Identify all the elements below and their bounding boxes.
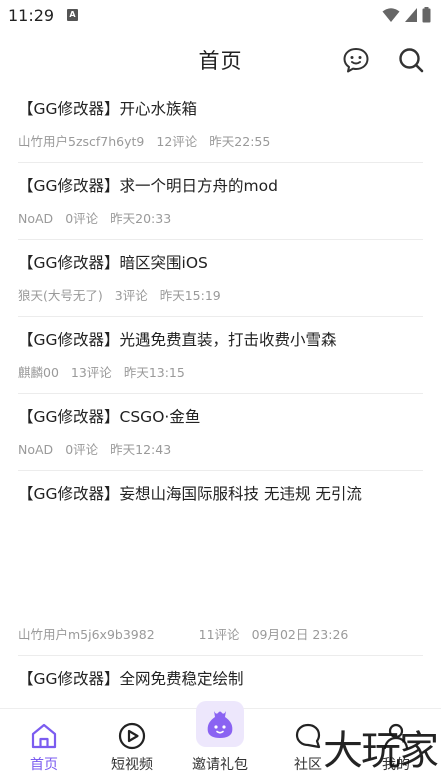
post-meta: 山竹用户5zscf7h6yt9 12评论 昨天22:55 xyxy=(18,134,423,162)
tab-invite-gift[interactable]: 邀请礼包 xyxy=(176,701,264,784)
top-bar: 首页 xyxy=(0,36,441,84)
post-comments: 3评论 xyxy=(114,288,148,303)
tab-label: 短视频 xyxy=(111,757,153,773)
tab-short-video[interactable]: 短视频 xyxy=(88,709,176,784)
post-title: 【GG修改器】CSGO·金鱼 xyxy=(18,408,201,426)
play-icon xyxy=(118,722,146,750)
post-comments: 12评论 xyxy=(156,134,198,149)
search-icon xyxy=(399,48,424,73)
post-time: 昨天22:55 xyxy=(209,134,271,149)
signal-icon xyxy=(405,8,417,22)
tab-label: 首页 xyxy=(30,757,58,773)
post-time: 09月02日 23:26 xyxy=(251,627,349,642)
battery-icon xyxy=(422,7,431,23)
post-title: 【GG修改器】妄想山海国际服科技 无违规 无引流 xyxy=(18,485,362,503)
gift-bag-icon xyxy=(207,711,233,738)
post-item[interactable]: 【GG修改器】求一个明日方舟的mod NoAD 0评论 昨天20:33 xyxy=(18,163,423,240)
post-comments: 13评论 xyxy=(70,365,112,380)
post-time: 昨天15:19 xyxy=(159,288,221,303)
tab-home[interactable]: 首页 xyxy=(0,709,88,784)
post-author: NoAD xyxy=(18,211,54,226)
post-author: NoAD xyxy=(18,442,54,457)
post-item[interactable]: 【GG修改器】暗区突围iOS 狼天(大号无了) 3评论 昨天15:19 xyxy=(18,240,423,317)
post-title: 【GG修改器】光遇免费直装，打击收费小雪森 xyxy=(18,331,337,349)
post-comments: 0评论 xyxy=(65,442,99,457)
message-button[interactable] xyxy=(340,44,372,76)
post-title: 【GG修改器】求一个明日方舟的mod xyxy=(18,177,278,195)
page-title: 首页 xyxy=(198,49,243,73)
notification-icon: A xyxy=(67,9,78,21)
post-time: 昨天20:33 xyxy=(110,211,172,226)
tab-label: 邀请礼包 xyxy=(192,757,248,773)
post-item[interactable]: 【GG修改器】CSGO·金鱼 NoAD 0评论 昨天12:43 xyxy=(18,394,423,471)
post-title: 【GG修改器】暗区突围iOS xyxy=(18,254,208,272)
status-time: 11:29 xyxy=(8,6,55,25)
watermark-logo: 大玩家 xyxy=(323,728,439,774)
post-item[interactable]: 【GG修改器】开心水族箱 山竹用户5zscf7h6yt9 12评论 昨天22:55 xyxy=(18,86,423,163)
chat-bubble-smile-icon xyxy=(343,48,369,73)
post-meta: NoAD 0评论 昨天20:33 xyxy=(18,211,423,239)
post-title: 【GG修改器】全网免费稳定绘制 xyxy=(18,670,244,688)
wifi-icon xyxy=(382,8,400,22)
chat-icon xyxy=(295,723,321,749)
post-meta: 山竹用户m5j6x9b3982 11评论 09月02日 23:26 xyxy=(18,627,360,643)
search-button[interactable] xyxy=(395,44,427,76)
post-meta: 麒麟00 13评论 昨天13:15 xyxy=(18,365,423,393)
post-item[interactable]: 【GG修改器】光遇免费直装，打击收费小雪森 麒麟00 13评论 昨天13:15 xyxy=(18,317,423,394)
post-comments: 0评论 xyxy=(65,211,99,226)
post-meta: NoAD 0评论 昨天12:43 xyxy=(18,442,423,470)
post-author: 狼天(大号无了) xyxy=(18,288,103,303)
post-item[interactable]: 【GG修改器】全网免费稳定绘制 xyxy=(18,656,423,690)
post-author: 山竹用户5zscf7h6yt9 xyxy=(18,134,145,149)
status-bar: 11:29 A xyxy=(0,0,441,32)
post-feed: 【GG修改器】开心水族箱 山竹用户5zscf7h6yt9 12评论 昨天22:55 … xyxy=(18,86,423,690)
status-icons xyxy=(382,7,431,23)
home-icon xyxy=(31,723,57,749)
post-time: 昨天12:43 xyxy=(110,442,172,457)
post-meta: 狼天(大号无了) 3评论 昨天15:19 xyxy=(18,288,423,316)
post-time: 昨天13:15 xyxy=(123,365,185,380)
post-item[interactable]: 【GG修改器】妄想山海国际服科技 无违规 无引流 山竹用户m5j6x9b3982… xyxy=(18,471,423,656)
post-author: 麒麟00 xyxy=(18,365,59,380)
gift-badge xyxy=(196,701,244,747)
post-title: 【GG修改器】开心水族箱 xyxy=(18,100,198,118)
post-author: 山竹用户m5j6x9b3982 xyxy=(18,627,155,642)
post-comments: 11评论 xyxy=(198,627,240,642)
